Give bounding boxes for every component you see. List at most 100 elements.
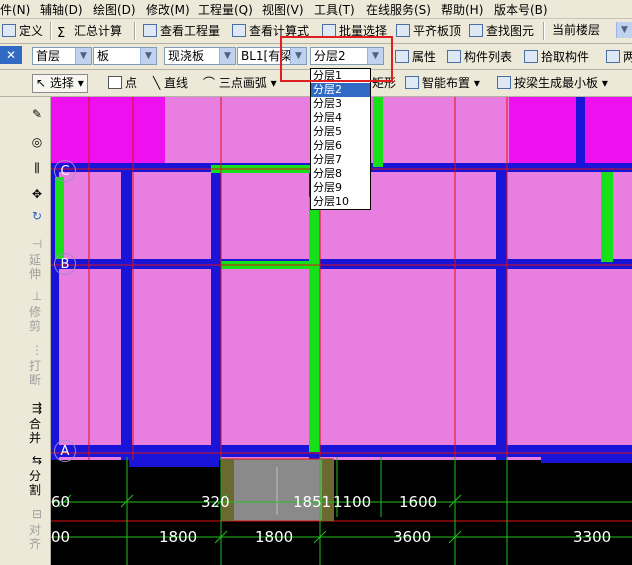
current-floor-select[interactable]: 当前楼层 ▼ [549,22,632,40]
menu-bar: 件(N) 辅轴(D) 绘图(D) 修改(M) 工程量(Q) 视图(V) 工具(T… [0,0,632,19]
break-button[interactable]: 打断 [28,359,42,387]
split-icon: ⇆ [31,453,43,467]
beam-col-5[interactable] [496,163,507,460]
split-button[interactable]: 分割 [28,469,42,497]
toolbar-separator [543,22,545,40]
beam-a[interactable] [51,445,632,457]
chevron-down-icon: ▼ [75,48,91,64]
layer-option[interactable]: 分层10 [311,195,370,209]
define-button[interactable]: 定义 [2,22,43,40]
floor-select[interactable]: 首层 ▼ [32,47,92,65]
layer-option[interactable]: 分层4 [311,111,370,125]
view-quantity-button[interactable]: 查看工程量 [143,22,220,40]
axis-marker-b: B [54,253,76,275]
beam-slab-button[interactable]: 按梁生成最小板 ▾ [497,74,608,92]
point-icon [108,76,122,89]
menu-draw[interactable]: 绘图(D) [93,1,136,18]
close-icon[interactable]: ✕ [0,46,22,64]
two-button[interactable]: 两 [606,48,632,66]
break-icon: ⋮ [31,343,43,357]
align-icon: ⊟ [31,507,43,521]
mirror-icon[interactable]: ⫼ [28,161,46,175]
menu-help[interactable]: 帮助(H) [441,1,483,18]
type-select[interactable]: 现浇板 ▼ [164,47,236,65]
layer-option[interactable]: 分层8 [311,167,370,181]
select-button[interactable]: ↖ 选择 ▾ [32,74,88,93]
align-button[interactable]: 对齐 [28,523,42,551]
green-beam-top[interactable] [373,97,383,167]
trim-button[interactable]: 修剪 [28,305,42,333]
layer-option[interactable]: 分层6 [311,139,370,153]
beam-a-ext [129,457,219,467]
move-icon[interactable]: ✥ [28,187,46,201]
summary-button[interactable]: Σ 汇总计算 [57,22,122,40]
beam-col-2[interactable] [121,163,132,460]
dimension-label: 3600 [393,528,432,546]
brush-icon[interactable]: ✎ [28,107,46,121]
layer-option-selected[interactable]: 分层2 [311,83,370,97]
list-icon [447,50,461,63]
axis-marker-a: A [54,440,76,462]
properties-button[interactable]: 属性 [395,48,436,66]
menu-tools[interactable]: 工具(T) [314,1,355,18]
dimension-label: 60 [51,493,71,511]
find-element-button[interactable]: 查找图元 [469,22,534,40]
layer-option[interactable]: 分层7 [311,153,370,167]
rotate-icon[interactable]: ↻ [28,209,46,223]
cursor-icon: ↖ [36,76,50,90]
copy-icon[interactable]: ◎ [28,135,46,149]
align-top-button[interactable]: 平齐板顶 [396,22,461,40]
menu-online[interactable]: 在线服务(S) [366,1,431,18]
chevron-down-icon: ▼ [140,48,156,64]
extend-icon: ⊣ [31,237,43,251]
smart-layout-button[interactable]: 智能布置 ▾ [405,74,480,92]
pick-icon [524,50,538,63]
green-beam-right[interactable] [601,172,613,262]
menu-version[interactable]: 版本号(B) [494,1,548,18]
menu-quantity[interactable]: 工程量(Q) [198,1,253,18]
layer-dropdown-list[interactable]: 分层1 分层2 分层3 分层4 分层5 分层6 分层7 分层8 分层9 分层10 [310,68,371,210]
arc-icon: ⌒ [203,76,219,90]
properties-icon [395,50,409,63]
beam-b[interactable] [51,259,632,269]
beam-top-right[interactable] [576,97,585,163]
dimension-label: 320 [201,493,230,511]
green-beam-vert[interactable] [309,197,320,452]
menu-view[interactable]: 视图(V) [262,1,304,18]
layer-option[interactable]: 分层5 [311,125,370,139]
dimension-label: 1851 [293,493,332,511]
toolbar-separator [50,22,52,40]
slab-top-left[interactable] [51,97,165,163]
layer-option[interactable]: 分层3 [311,97,370,111]
menu-modify[interactable]: 修改(M) [146,1,190,18]
dimension-label: 1100 [333,493,372,511]
point-button[interactable]: 点 [108,74,137,92]
menu-axis[interactable]: 辅轴(D) [40,1,83,18]
slab-top-right[interactable] [509,97,632,163]
green-beam-left[interactable] [55,177,64,259]
left-toolbar: ✎ ◎ ⫼ ✥ ↻ ⊣ 延伸 ⊥ 修剪 ⋮ 打断 ⇶ 合并 ⇆ 分割 ⊟ 对齐 [0,97,51,565]
dimension-lines [51,457,632,565]
merge-button[interactable]: 合并 [28,417,42,445]
category-select[interactable]: 板 ▼ [93,47,157,65]
trim-icon: ⊥ [31,289,43,303]
line-button[interactable]: ╲ 直线 [153,74,188,92]
beam-col-3[interactable] [211,163,221,460]
smart-layout-icon [405,76,419,89]
grid-icon [606,50,620,63]
beam-slab-icon [497,76,511,89]
dimension-label: 3300 [573,528,612,546]
layer-option[interactable]: 分层9 [311,181,370,195]
menu-file[interactable]: 件(N) [0,1,30,18]
merge-icon: ⇶ [31,401,43,415]
pick-element-button[interactable]: 拾取构件 [524,48,589,66]
column-right [322,459,334,521]
toolbar-separator [134,22,136,40]
align-top-icon [396,24,410,37]
dimension-label: 00 [51,528,71,546]
dimension-label: 1800 [159,528,198,546]
extend-button[interactable]: 延伸 [28,253,42,281]
element-list-button[interactable]: 构件列表 [447,48,512,66]
line-icon: ╲ [153,76,165,90]
arc-button[interactable]: ⌒ 三点画弧 ▾ [203,74,277,92]
